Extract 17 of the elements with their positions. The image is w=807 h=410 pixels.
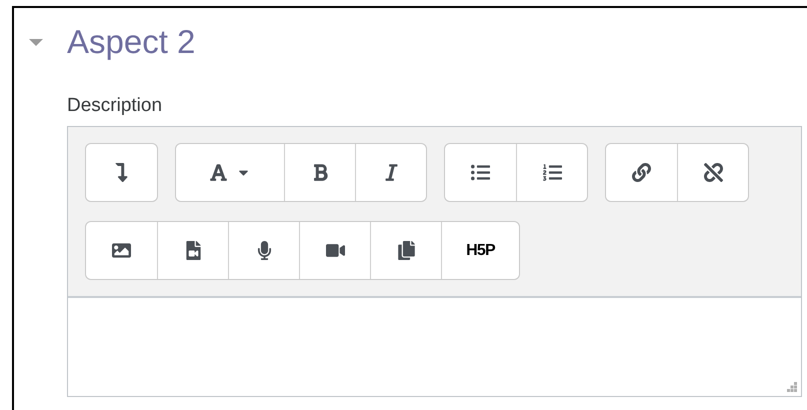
copy-icon <box>396 241 416 260</box>
video-file-icon <box>184 241 202 260</box>
image-icon <box>112 241 131 260</box>
numbered-list-button[interactable] <box>516 144 587 201</box>
section-title: Aspect 2 <box>67 22 196 62</box>
h5p-button[interactable]: H5P <box>441 222 519 279</box>
field-label: Description <box>67 94 164 118</box>
resize-handle-icon[interactable] <box>787 382 797 392</box>
collapse-caret-icon[interactable] <box>29 38 43 48</box>
collapse-button[interactable] <box>86 144 157 201</box>
link-icon <box>632 163 651 182</box>
font-icon <box>209 163 228 182</box>
bullet-list-icon <box>471 163 490 182</box>
unlink-button[interactable] <box>677 144 748 201</box>
numbered-list-icon <box>542 163 562 182</box>
video-camera-icon <box>326 241 344 260</box>
unlink-icon <box>704 163 722 182</box>
